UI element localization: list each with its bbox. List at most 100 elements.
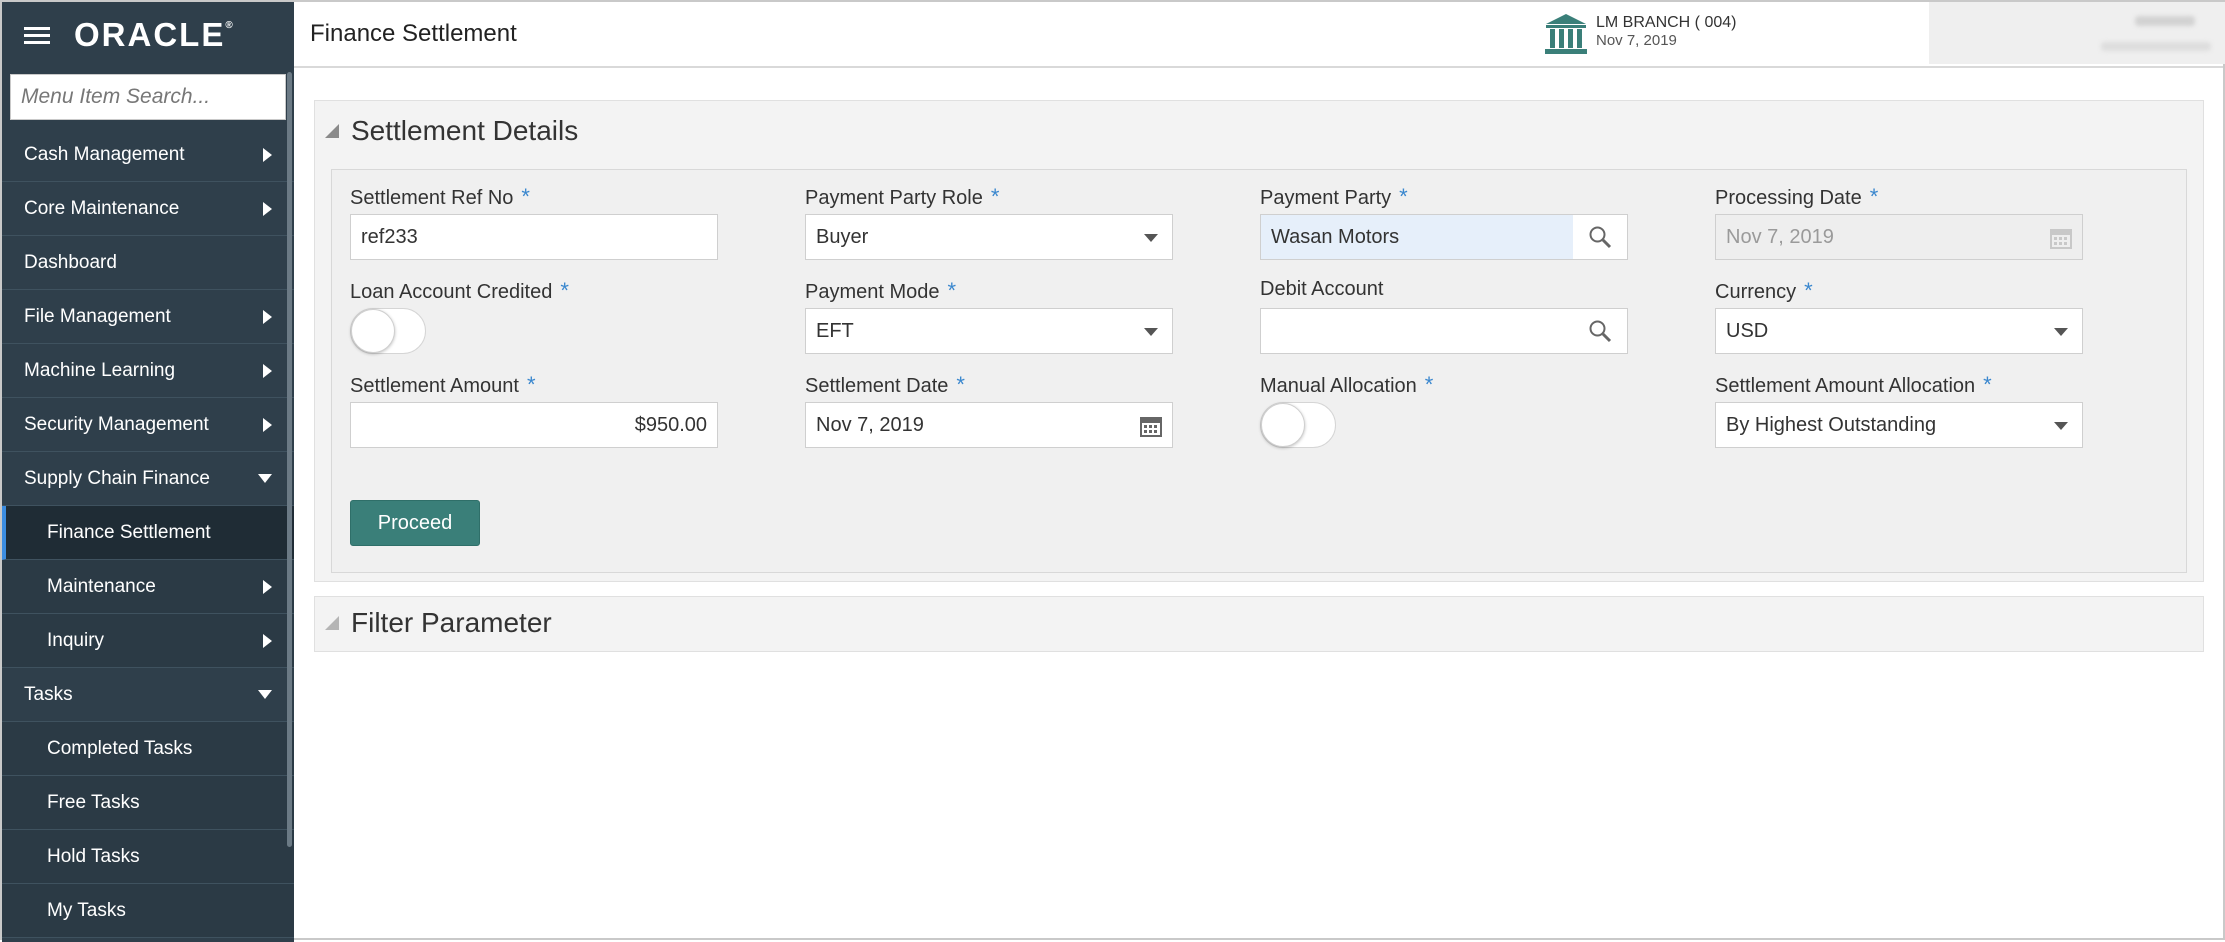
user-email-redacted [2101,42,2211,51]
processing-date-input: Nov 7, 2019 [1715,214,2083,260]
manual-allocation-field: Manual Allocation * [1260,372,1628,448]
required-asterisk: * [560,278,569,303]
chevron-right-icon [263,309,272,324]
debit-account-input[interactable] [1260,308,1628,354]
sidebar-item-core-maintenance[interactable]: Core Maintenance [2,182,294,236]
settlement-ref-no-field: Settlement Ref No * ref233 [350,184,718,260]
field-label: Settlement Date * [805,372,965,397]
currency-field: Currency * USD [1715,278,2083,354]
branch-name[interactable]: LM BRANCH ( 004) [1596,14,1736,32]
toggle-knob [351,309,395,353]
field-label: Settlement Amount Allocation * [1715,372,1992,397]
sidebar-item-maintenance[interactable]: Maintenance [2,560,294,614]
settlement-date-input[interactable]: Nov 7, 2019 [805,402,1173,448]
field-label: Payment Party Role * [805,184,1000,209]
settlement-ref-no-input[interactable]: ref233 [350,214,718,260]
sidebar-item-label: Dashboard [24,251,117,273]
payment-party-role-field: Payment Party Role * Buyer [805,184,1173,260]
sidebar-item-free-tasks[interactable]: Free Tasks [2,776,294,830]
toggle-knob [1261,403,1305,447]
sidebar-item-label: Finance Settlement [47,521,211,543]
chevron-right-icon [263,633,272,648]
search-icon[interactable] [1588,225,1612,249]
sidebar-item-machine-learning[interactable]: Machine Learning [2,344,294,398]
menu-search [2,68,295,128]
chevron-down-icon [1144,328,1158,336]
hamburger-menu-icon[interactable] [24,25,52,45]
section-title: Filter Parameter [351,607,552,638]
chevron-right-icon [263,417,272,432]
loan-account-credited-toggle[interactable] [350,308,426,354]
sidebar-item-label: Tasks [24,683,73,705]
menu-search-box [10,74,295,120]
chevron-right-icon [263,147,272,162]
sidebar-item-completed-tasks[interactable]: Completed Tasks [2,722,294,776]
chevron-down-icon [1144,234,1158,242]
manual-allocation-toggle[interactable] [1260,402,1336,448]
field-label: Manual Allocation * [1260,372,1434,397]
sidebar-item-hold-tasks[interactable]: Hold Tasks [2,830,294,884]
user-profile[interactable] [1929,2,2225,64]
sidebar-item-label: File Management [24,305,171,327]
collapse-triangle-icon[interactable] [325,124,339,138]
debit-account-lookup[interactable] [1573,309,1627,353]
branch-date: Nov 7, 2019 [1596,32,1677,49]
sidebar-item-my-tasks[interactable]: My Tasks [2,884,294,938]
required-asterisk: * [1983,372,1992,397]
sidebar-item-label: Security Management [24,413,209,435]
settlement-details-header[interactable]: Settlement Details [325,115,578,147]
payment-party-lookup[interactable] [1573,215,1627,259]
payment-party-input[interactable]: Wasan Motors [1260,214,1628,260]
page-title: Finance Settlement [310,20,517,47]
field-label: Payment Party * [1260,184,1408,209]
bank-building-icon[interactable] [1542,12,1590,56]
chevron-down-icon [2054,422,2068,430]
processing-date-field: Processing Date * Nov 7, 2019 [1715,184,2083,260]
sidebar-item-label: Free Tasks [47,791,140,813]
user-name-redacted [2135,16,2195,26]
sidebar-item-label: Hold Tasks [47,845,140,867]
required-asterisk: * [1869,184,1879,209]
filter-parameter-header[interactable]: Filter Parameter [325,607,552,639]
sidebar-item-label: Maintenance [47,575,156,597]
search-icon[interactable] [1588,319,1612,343]
settlement-amount-input[interactable]: $950.00 [350,402,718,448]
sidebar-item-file-management[interactable]: File Management [2,290,294,344]
sidebar-item-tasks[interactable]: Tasks [2,668,294,722]
sidebar-item-label: My Tasks [47,899,126,921]
collapse-triangle-icon[interactable] [325,616,339,630]
chevron-down-icon [258,690,272,699]
loan-account-credited-field: Loan Account Credited * [350,278,718,354]
sidebar-item-label: Supply Chain Finance [24,467,210,489]
sidebar-item-label: Machine Learning [24,359,176,381]
currency-select[interactable]: USD [1715,308,2083,354]
sidebar-item-label: Completed Tasks [47,737,193,759]
settlement-amount-allocation-select[interactable]: By Highest Outstanding [1715,402,2083,448]
settlement-form: Settlement Ref No * ref233 Payment Party … [331,169,2187,573]
sidebar-item-inquiry[interactable]: Inquiry [2,614,294,668]
sidebar-item-label: Cash Management [24,143,185,165]
settlement-date-field: Settlement Date * Nov 7, 2019 [805,372,1173,448]
required-asterisk: * [956,372,965,397]
sidebar-item-cash-management[interactable]: Cash Management [2,128,294,182]
field-label: Loan Account Credited * [350,278,569,303]
sidebar-item-security-management[interactable]: Security Management [2,398,294,452]
payment-party-role-select[interactable]: Buyer [805,214,1173,260]
required-asterisk: * [1804,278,1813,303]
sidebar-item-label: Core Maintenance [24,197,180,219]
field-label: Processing Date * [1715,184,1879,209]
proceed-button[interactable]: Proceed [350,500,480,546]
sidebar-item-supply-chain-finance[interactable]: Supply Chain Finance [2,452,294,506]
sidebar-item-label: Inquiry [47,629,105,651]
sidebar-item-dashboard[interactable]: Dashboard [2,236,294,290]
sidebar: ORACLE® Cash Management Core Maintenance… [2,2,295,942]
oracle-logo: ORACLE® [74,16,235,53]
filter-parameter-panel[interactable]: Filter Parameter [314,596,2204,652]
calendar-icon[interactable] [1140,415,1162,437]
menu-search-input[interactable] [21,85,295,109]
payment-mode-select[interactable]: EFT [805,308,1173,354]
brand-bar: ORACLE® [2,2,294,68]
sidebar-item-finance-settlement[interactable]: Finance Settlement [2,506,294,560]
required-asterisk: * [521,184,530,209]
sidebar-scrollbar[interactable] [287,72,292,847]
